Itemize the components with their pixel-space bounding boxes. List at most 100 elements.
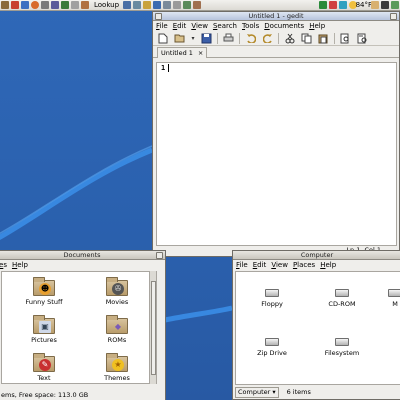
new-document-icon[interactable] <box>156 32 169 44</box>
close-icon[interactable] <box>390 13 397 20</box>
menu-edit[interactable]: Edit <box>253 261 267 269</box>
notify-icon[interactable] <box>381 1 389 9</box>
computer-window: Computer File Edit View Places Help Flop… <box>232 250 400 400</box>
find-icon[interactable] <box>339 32 352 44</box>
save-icon[interactable] <box>200 32 213 44</box>
cpu-icon[interactable] <box>163 1 172 9</box>
open-icon[interactable] <box>173 32 186 44</box>
folder-funny-stuff[interactable]: ☻ Funny Stuff <box>19 277 69 306</box>
undo-icon[interactable] <box>244 32 257 44</box>
redo-icon[interactable] <box>261 32 274 44</box>
drive-m[interactable]: M <box>373 289 400 308</box>
web-icon[interactable] <box>31 1 39 9</box>
notify-icon[interactable] <box>391 1 399 9</box>
computer-menubar: File Edit View Places Help <box>233 260 400 270</box>
menu-help[interactable]: Help <box>320 261 336 269</box>
folder-star-icon: ★ <box>106 353 128 372</box>
toolbar-separator <box>278 32 279 44</box>
top-panel: Lookup 84°F <box>0 0 400 11</box>
folder-themes[interactable]: ★ Themes <box>92 353 142 382</box>
network-icon[interactable] <box>133 1 142 9</box>
copy-icon[interactable] <box>300 32 313 44</box>
panel-icon[interactable] <box>51 1 59 9</box>
tab-strip: Untitled 1 × <box>153 46 399 58</box>
menu-help[interactable]: Help <box>309 22 325 30</box>
panel-icon[interactable] <box>193 1 202 9</box>
toolbar-separator <box>217 32 218 44</box>
drive-filesystem[interactable]: Filesystem <box>320 338 364 357</box>
computer-title: Computer <box>300 251 334 259</box>
location-dropdown[interactable]: Computer ▾ <box>235 386 279 398</box>
paste-icon[interactable] <box>317 32 330 44</box>
folder-film-icon: ✇ <box>106 277 128 296</box>
gedit-titlebar[interactable]: Untitled 1 - gedit <box>153 12 399 21</box>
menu-edit[interactable]: Edit <box>173 22 187 30</box>
menu-tools[interactable]: Tools <box>242 22 259 30</box>
computer-statusbar: Computer ▾ 6 items <box>233 385 400 399</box>
folder-gem-icon: ◆ <box>106 315 128 334</box>
disk-icon[interactable] <box>173 1 182 9</box>
scrollbar-thumb[interactable] <box>151 281 156 375</box>
menu-bookmarks[interactable]: es <box>0 261 7 269</box>
print-icon[interactable] <box>222 32 235 44</box>
folder-roms[interactable]: ◆ ROMs <box>92 315 142 344</box>
tab-label: Untitled 1 <box>161 49 193 57</box>
open-recent-arrow-icon[interactable]: ▾ <box>190 32 196 44</box>
tab-untitled-1[interactable]: Untitled 1 × <box>157 47 208 58</box>
menu-view[interactable]: View <box>271 261 288 269</box>
documents-menubar: es Help <box>0 260 165 270</box>
notify-icon[interactable] <box>371 1 379 9</box>
text-editor-area[interactable]: 1 <box>156 62 397 246</box>
user-icon[interactable] <box>21 1 29 9</box>
panel-icon[interactable] <box>81 1 89 9</box>
lookup-label[interactable]: Lookup <box>94 1 119 9</box>
drive-label: CD-ROM <box>328 300 356 308</box>
monitor-icon <box>329 1 337 9</box>
line-number: 1 <box>161 64 166 72</box>
menu-documents[interactable]: Documents <box>264 22 304 30</box>
documents-title: Documents <box>63 251 101 259</box>
window-menu-icon[interactable] <box>155 13 162 20</box>
drive-floppy[interactable]: Floppy <box>250 289 294 308</box>
find-replace-icon[interactable] <box>356 32 369 44</box>
cut-icon[interactable] <box>283 32 296 44</box>
menu-search[interactable]: Search <box>213 22 237 30</box>
menu-places[interactable]: Places <box>293 261 315 269</box>
drive-cdrom[interactable]: CD-ROM <box>320 289 364 308</box>
drive-zip[interactable]: Zip Drive <box>250 338 294 357</box>
folder-pictures[interactable]: ▣ Pictures <box>19 315 69 344</box>
folder-movies[interactable]: ✇ Movies <box>92 277 142 306</box>
close-icon[interactable] <box>156 252 163 259</box>
panel-icon[interactable] <box>183 1 192 9</box>
floppy-drive-icon <box>265 289 279 297</box>
panel-icon[interactable] <box>61 1 69 9</box>
apps-icon[interactable] <box>123 1 132 9</box>
tab-close-icon[interactable]: × <box>198 49 203 57</box>
drive-label: Filesystem <box>324 349 360 357</box>
folder-emoticon-icon: ☻ <box>33 277 55 296</box>
gedit-title: Untitled 1 - gedit <box>248 12 304 20</box>
panel-icon[interactable] <box>41 1 49 9</box>
tool-icon[interactable] <box>143 1 152 9</box>
folder-label: Pictures <box>31 336 57 344</box>
gedit-window: Untitled 1 - gedit File Edit View Search… <box>152 11 400 257</box>
folder-text-icon: ✎ <box>33 353 55 372</box>
drive-label: Zip Drive <box>257 349 287 357</box>
computer-titlebar[interactable]: Computer <box>233 251 400 260</box>
documents-icon-view[interactable]: ☻ Funny Stuff ✇ Movies ▣ Pictures ◆ ROMs… <box>1 271 157 384</box>
menu-file[interactable]: File <box>156 22 168 30</box>
menu-file[interactable]: File <box>236 261 248 269</box>
documents-window: Documents es Help ☻ Funny Stuff ✇ Movies… <box>0 250 166 400</box>
folder-label: ROMs <box>107 336 127 344</box>
documents-scrollbar[interactable] <box>149 271 156 384</box>
mail-icon[interactable] <box>11 1 19 9</box>
drawer-icon[interactable] <box>1 1 9 9</box>
search-icon[interactable] <box>153 1 162 9</box>
computer-icon-view[interactable]: Floppy CD-ROM M Zip Drive Filesystem <box>235 271 400 385</box>
folder-text[interactable]: ✎ Text <box>19 353 69 382</box>
folder-label: Funny Stuff <box>25 298 63 306</box>
menu-view[interactable]: View <box>191 22 208 30</box>
documents-titlebar[interactable]: Documents <box>0 251 165 260</box>
menu-help[interactable]: Help <box>12 261 28 269</box>
panel-icon[interactable] <box>71 1 79 9</box>
